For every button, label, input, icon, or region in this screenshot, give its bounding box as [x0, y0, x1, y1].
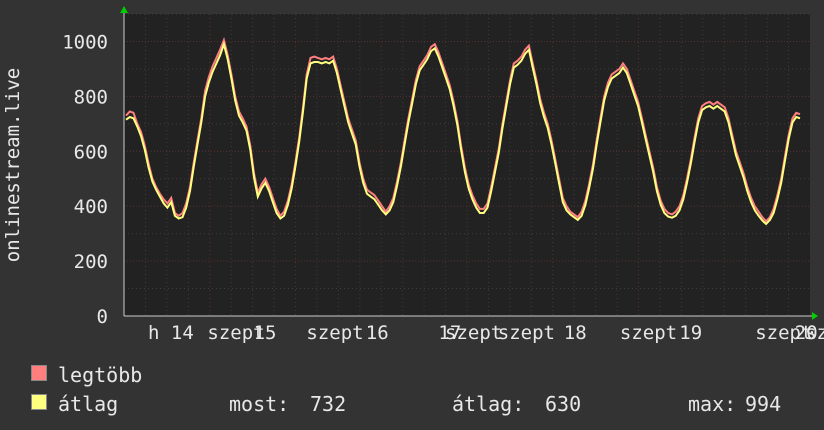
- x-axis-ticks: h 14 szept15 szept 16 szept17 szept 18 szept 19 s…: [148, 322, 824, 344]
- legend-label-avg: átlag: [58, 392, 119, 416]
- stat-max-value: 994: [745, 392, 782, 416]
- y-tick-label: 200: [74, 251, 108, 273]
- x-tick-label: szept: [498, 322, 555, 344]
- y-tick-label: 1000: [62, 31, 108, 53]
- y-axis-ticks: 0 200 400 600 800 1000: [62, 31, 108, 328]
- x-tick-label: 16: [366, 322, 389, 344]
- x-tick-label: 17: [438, 322, 461, 344]
- stat-average-label: átlag:: [452, 392, 525, 416]
- stat-current-label: most:: [229, 392, 290, 416]
- x-tick-label: szept: [620, 322, 677, 344]
- stat-average-value: 630: [545, 392, 582, 416]
- y-axis-label: onlinestream.live: [2, 68, 24, 262]
- line-chart: 02004006008001000 h 14 szept15 szept 16 szep…: [2, 6, 824, 344]
- stat-max-label: max:: [688, 392, 737, 416]
- x-tick-label: 15: [254, 322, 277, 344]
- x-axis-arrow-icon: [812, 312, 818, 320]
- y-tick-label: 400: [74, 196, 108, 218]
- stat-current-value: 732: [310, 392, 347, 416]
- x-tick-label: 19: [679, 322, 702, 344]
- y-tick-label: 0: [97, 306, 108, 328]
- legend-swatch-max: [31, 365, 47, 381]
- y-tick-label: 600: [74, 141, 108, 163]
- y-tick-label: 800: [74, 86, 108, 108]
- legend-swatch-avg: [31, 394, 47, 410]
- y-axis-arrow-icon: [120, 6, 128, 13]
- x-tick-label: 18: [564, 322, 587, 344]
- x-tick-label: sz: [805, 322, 824, 344]
- legend-label-max: legtöbb: [58, 363, 143, 387]
- x-tick-label: szept: [306, 322, 363, 344]
- x-tick-label: h 14: [148, 322, 194, 344]
